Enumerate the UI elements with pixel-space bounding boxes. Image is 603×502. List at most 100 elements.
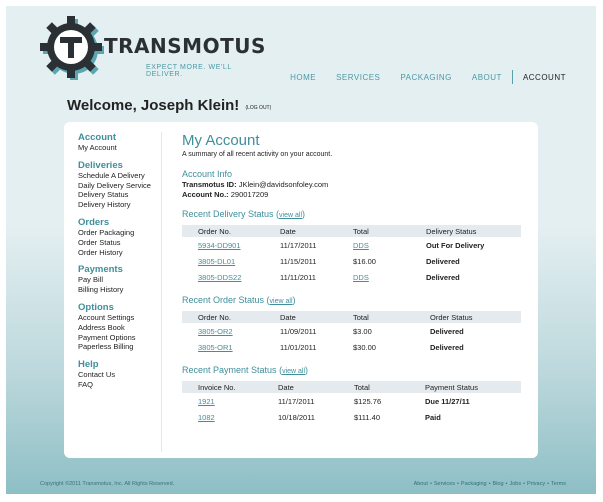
logout-link[interactable]: (LOG OUT) <box>245 105 271 111</box>
footer-bullet: • <box>547 481 550 487</box>
column-header: Order No. <box>182 225 280 237</box>
table-row: 1921 11/17/2011 $125.76 Due 11/27/11 <box>182 393 521 409</box>
table-cell: $111.40 <box>354 412 380 422</box>
column-header: Total <box>353 311 430 323</box>
status-cell: Delivered <box>430 326 464 336</box>
nav-about[interactable]: ABOUT <box>472 73 502 82</box>
sidebar-item-payment-options[interactable]: Payment Options <box>78 333 161 343</box>
footer-bullet: • <box>488 481 491 487</box>
account-no-value: 290017209 <box>230 189 269 199</box>
sidebar-head-orders[interactable]: Orders <box>78 217 161 228</box>
sidebar-head-payments[interactable]: Payments <box>78 264 161 275</box>
footer-bullet: • <box>505 481 508 487</box>
sidebar-item-contact-us[interactable]: Contact Us <box>78 370 161 380</box>
table-row: 5934-DD901 11/17/2011 DDS Out For Delive… <box>182 237 521 253</box>
table-row: 1082 10/18/2011 $111.40 Paid <box>182 409 521 425</box>
total-link[interactable]: DDS <box>353 273 369 282</box>
orders-table: Order No. Date Total Order Status 3805-O… <box>182 311 521 355</box>
table-cell: $16.00 <box>353 256 376 266</box>
column-header: Date <box>280 225 353 237</box>
footer-copyright: Copyright ©2011 Transmotus, Inc. All Rig… <box>40 481 175 487</box>
order-link[interactable]: 3805-OR1 <box>198 343 233 352</box>
sidebar-group-options: Options Account Settings Address Book Pa… <box>78 302 161 352</box>
sidebar-group-account: Account My Account <box>78 132 161 153</box>
sidebar-group-orders: Orders Order Packaging Order Status Orde… <box>78 217 161 257</box>
table-cell: 11/15/2011 <box>280 256 317 266</box>
main-nav: HOME SERVICES PACKAGING ABOUT ACCOUNT <box>270 70 566 84</box>
payments-view-all-link[interactable]: view all <box>282 368 305 375</box>
sidebar-item-delivery-status[interactable]: Delivery Status <box>78 190 161 200</box>
sidebar-head-options[interactable]: Options <box>78 302 161 313</box>
nav-packaging[interactable]: PACKAGING <box>400 73 451 82</box>
order-link[interactable]: 3805-OR2 <box>198 327 233 336</box>
footer-links: About • Services • Packaging • Blog • Jobs • Priva… <box>414 481 566 487</box>
invoice-link[interactable]: 1921 <box>198 397 215 406</box>
sidebar-item-my-account[interactable]: My Account <box>78 143 161 153</box>
delivery-view-all-link[interactable]: view all <box>279 212 302 219</box>
column-header: Invoice No. <box>182 381 278 393</box>
account-no-line: Account No.: 290017209 <box>182 190 522 200</box>
sidebar-item-delivery-history[interactable]: Delivery History <box>78 200 161 210</box>
brand-name: TRANSMOTUS <box>104 34 266 58</box>
account-id-line: Transmotus ID: JKlein@davidsonfoley.com <box>182 180 522 190</box>
table-row: 3805-DL01 11/15/2011 $16.00 Delivered <box>182 253 521 269</box>
page-title: My Account <box>182 132 260 149</box>
nav-services[interactable]: SERVICES <box>336 73 380 82</box>
sidebar-item-schedule-delivery[interactable]: Schedule A Delivery <box>78 171 161 181</box>
table-header-row: Order No. Date Total Delivery Status <box>182 225 521 237</box>
footer-link-terms[interactable]: Terms <box>551 481 566 487</box>
delivery-section-title: Recent Delivery Status (view all) <box>182 209 305 219</box>
footer-link-jobs[interactable]: Jobs <box>509 481 521 487</box>
status-cell: Delivered <box>426 256 460 266</box>
sidebar-item-order-packaging[interactable]: Order Packaging <box>78 228 161 238</box>
sidebar-head-account[interactable]: Account <box>78 132 161 143</box>
order-link[interactable]: 5934-DD901 <box>198 241 241 250</box>
column-header: Total <box>353 225 426 237</box>
sidebar-item-paperless-billing[interactable]: Paperless Billing <box>78 342 161 352</box>
nav-home[interactable]: HOME <box>290 73 316 82</box>
sidebar-item-address-book[interactable]: Address Book <box>78 323 161 333</box>
total-link[interactable]: DDS <box>353 241 369 250</box>
footer-link-about[interactable]: About <box>414 481 428 487</box>
sidebar-item-order-status[interactable]: Order Status <box>78 238 161 248</box>
column-header: Order No. <box>182 311 280 323</box>
footer-link-services[interactable]: Services <box>434 481 455 487</box>
invoice-link[interactable]: 1082 <box>198 413 215 422</box>
table-cell: $125.76 <box>354 396 382 406</box>
table-cell: $3.00 <box>353 326 372 336</box>
sidebar-item-account-settings[interactable]: Account Settings <box>78 313 161 323</box>
orders-view-all-link[interactable]: view all <box>270 298 293 305</box>
sidebar-item-billing-history[interactable]: Billing History <box>78 285 161 295</box>
footer-link-packaging[interactable]: Packaging <box>461 481 487 487</box>
table-row: 3805-OR1 11/01/2011 $30.00 Delivered <box>182 339 521 355</box>
content-card: Account My Account Deliveries Schedule A… <box>64 122 538 458</box>
sidebar-head-deliveries[interactable]: Deliveries <box>78 160 161 171</box>
sidebar-group-payments: Payments Pay Bill Billing History <box>78 264 161 295</box>
status-cell: Out For Delivery <box>426 240 485 250</box>
sidebar-head-help[interactable]: Help <box>78 359 161 370</box>
sidebar: Account My Account Deliveries Schedule A… <box>78 132 162 452</box>
sidebar-group-deliveries: Deliveries Schedule A Delivery Daily Del… <box>78 160 161 210</box>
orders-section-title: Recent Order Status (view all) <box>182 295 296 305</box>
nav-account[interactable]: ACCOUNT <box>523 73 566 82</box>
account-info-title: Account Info <box>182 169 233 179</box>
table-header-row: Invoice No. Date Total Payment Status <box>182 381 521 393</box>
table-header-row: Order No. Date Total Order Status <box>182 311 521 323</box>
table-cell: 11/01/2011 <box>280 342 317 352</box>
order-link[interactable]: 3805-DDS22 <box>198 273 241 282</box>
status-cell: Paid <box>425 412 441 422</box>
footer-link-privacy[interactable]: Privacy <box>527 481 545 487</box>
gear-logo-icon <box>40 16 104 80</box>
welcome-heading: Welcome, Joseph Klein! (LOG OUT) <box>67 97 271 114</box>
footer-link-blog[interactable]: Blog <box>493 481 504 487</box>
sidebar-item-pay-bill[interactable]: Pay Bill <box>78 275 161 285</box>
nav-divider <box>511 70 513 84</box>
table-row: 3805-OR2 11/09/2011 $3.00 Delivered <box>182 323 521 339</box>
status-cell: Delivered <box>430 342 464 352</box>
order-link[interactable]: 3805-DL01 <box>198 257 235 266</box>
sidebar-item-order-history[interactable]: Order History <box>78 248 161 258</box>
status-cell: Due 11/27/11 <box>425 396 470 406</box>
sidebar-item-daily-delivery-service[interactable]: Daily Delivery Service <box>78 181 161 191</box>
sidebar-item-faq[interactable]: FAQ <box>78 380 161 390</box>
brand-logo[interactable]: TRANSMOTUS EXPECT MORE. WE'LL DELIVER. <box>38 14 265 80</box>
